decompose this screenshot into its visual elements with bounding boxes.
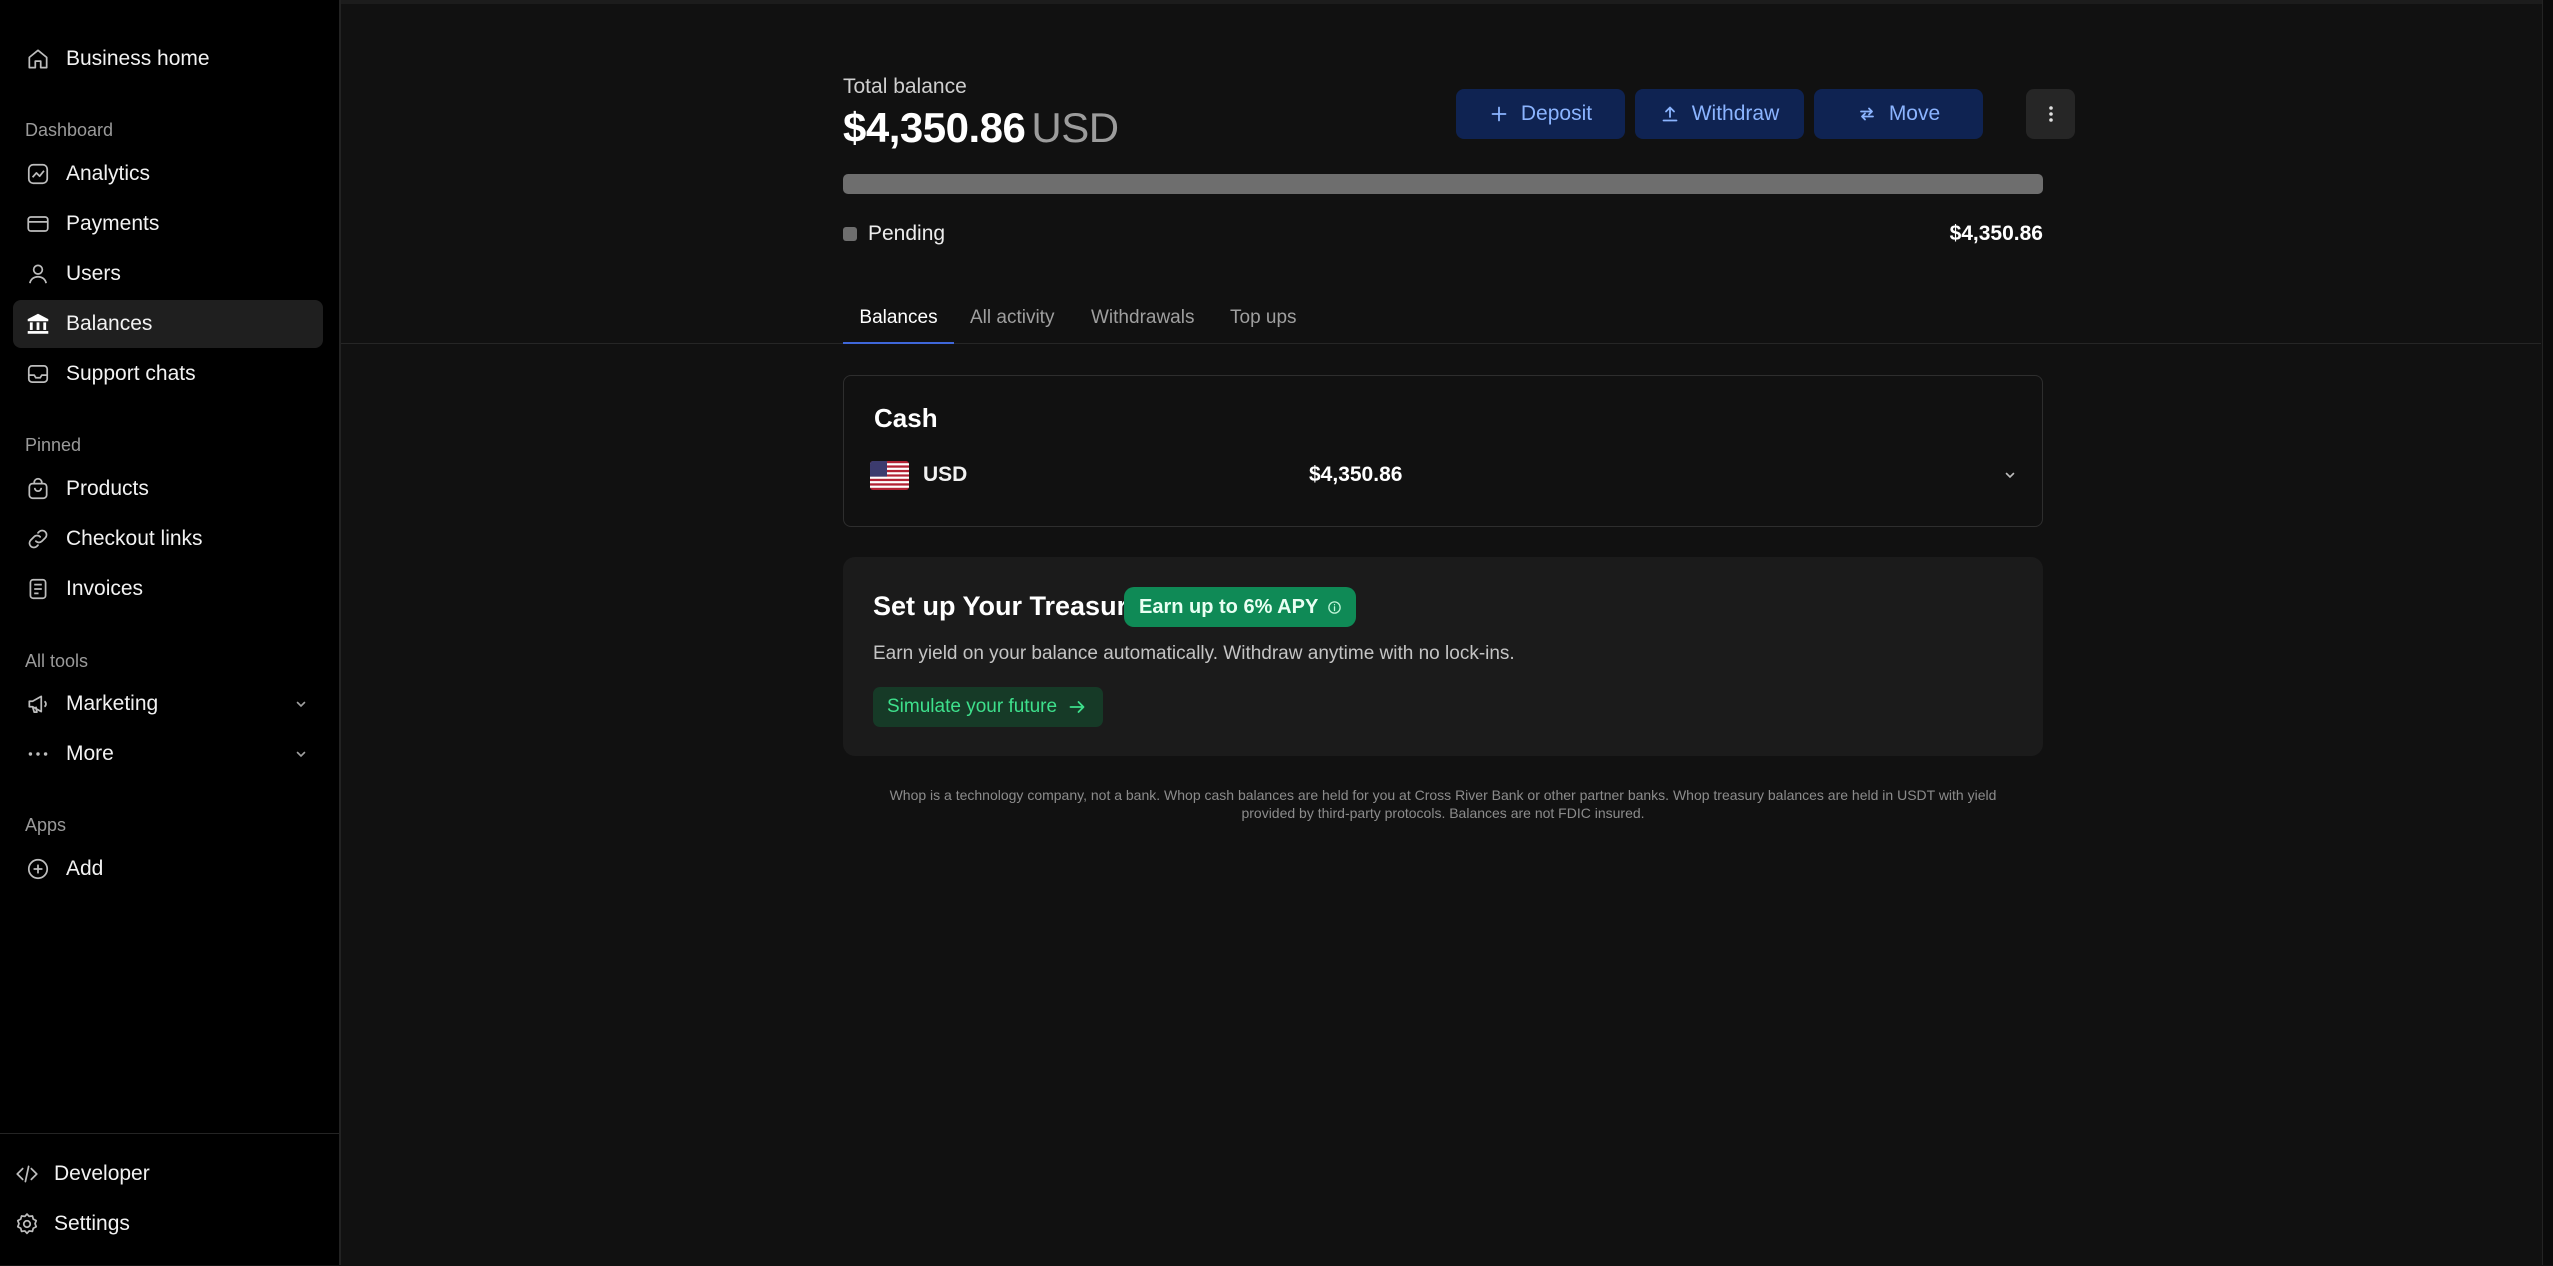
sidebar-item-more[interactable]: More bbox=[13, 730, 323, 778]
treasury-description: Earn yield on your balance automatically… bbox=[873, 643, 1515, 664]
total-balance-label: Total balance bbox=[843, 75, 967, 98]
analytics-icon bbox=[27, 163, 49, 185]
invoice-icon bbox=[29, 578, 47, 600]
sidebar-item-label: More bbox=[66, 742, 114, 765]
apy-badge[interactable]: Earn up to 6% APY bbox=[1124, 587, 1357, 627]
withdraw-label: Withdraw bbox=[1691, 102, 1780, 125]
move-label: Move bbox=[1888, 102, 1941, 125]
sidebar-item-label: Checkout links bbox=[66, 527, 203, 550]
bag-icon bbox=[28, 477, 48, 500]
pending-amount: $4,350.86 bbox=[1949, 222, 2043, 245]
treasury-title: Set up Your Treasury bbox=[873, 591, 1143, 621]
vertical-ellipsis-icon bbox=[2048, 106, 2053, 122]
sidebar-item-marketing[interactable]: Marketing bbox=[13, 680, 323, 728]
sidebar: Business home Dashboard Analytics Paymen… bbox=[0, 0, 341, 1265]
tab-top-ups[interactable]: Top ups bbox=[1230, 307, 1297, 344]
tab-all-activity[interactable]: All activity bbox=[970, 307, 1054, 344]
arrow-right-icon bbox=[1069, 701, 1085, 713]
sidebar-item-analytics[interactable]: Analytics bbox=[13, 150, 323, 198]
upload-icon bbox=[1662, 106, 1678, 122]
pending-legend: Pending bbox=[843, 222, 945, 246]
section-label-apps: Apps bbox=[25, 815, 67, 835]
total-balance-value: $4,350.86 USD bbox=[843, 104, 1119, 152]
section-label-all-tools: All tools bbox=[25, 651, 89, 671]
sidebar-footer: Developer Settings bbox=[0, 1133, 339, 1266]
chevron-down-icon bbox=[296, 701, 306, 708]
currency-row-usd[interactable]: USD $4,350.86 bbox=[860, 453, 2030, 498]
top-border bbox=[341, 0, 2553, 4]
sidebar-item-label: Add bbox=[66, 857, 104, 880]
sidebar-item-label: Settings bbox=[54, 1212, 130, 1235]
transfer-icon bbox=[1859, 107, 1874, 121]
pending-label: Pending bbox=[868, 222, 946, 245]
card-icon bbox=[27, 216, 49, 232]
currency-code: USD bbox=[923, 463, 968, 486]
sidebar-item-developer[interactable]: Developer bbox=[14, 1152, 150, 1196]
plus-icon bbox=[1491, 106, 1507, 122]
sidebar-item-label: Marketing bbox=[66, 692, 159, 715]
withdraw-button[interactable]: Withdraw bbox=[1635, 89, 1804, 139]
apy-badge-label: Earn up to 6% APY bbox=[1139, 595, 1319, 618]
deposit-button[interactable]: Deposit bbox=[1456, 89, 1625, 139]
total-balance-currency: USD bbox=[1031, 104, 1119, 151]
ellipsis-icon bbox=[28, 752, 48, 756]
more-options-button[interactable] bbox=[2026, 89, 2075, 139]
chevron-down-icon bbox=[296, 751, 306, 758]
sidebar-item-label: Analytics bbox=[66, 162, 151, 185]
legal-disclaimer: Whop is a technology company, not a bank… bbox=[843, 786, 2043, 822]
deposit-label: Deposit bbox=[1520, 102, 1593, 125]
tab-balances[interactable]: Balances bbox=[843, 307, 954, 344]
disclaimer-line-1: Whop is a technology company, not a bank… bbox=[889, 787, 1997, 803]
megaphone-icon bbox=[28, 695, 47, 713]
currency-amount: $4,350.86 bbox=[1309, 463, 1403, 486]
info-icon bbox=[1328, 600, 1342, 614]
inbox-icon bbox=[27, 365, 49, 383]
section-label-dashboard: Dashboard bbox=[25, 120, 114, 140]
cash-title: Cash bbox=[874, 403, 938, 433]
sidebar-item-support-chats[interactable]: Support chats bbox=[13, 350, 323, 398]
sidebar-item-balances[interactable]: Balances bbox=[13, 300, 323, 348]
balance-breakdown-bar bbox=[843, 174, 2043, 194]
sidebar-item-label: Users bbox=[66, 262, 121, 285]
sidebar-item-products[interactable]: Products bbox=[13, 465, 323, 513]
total-balance-amount: $4,350.86 bbox=[843, 104, 1026, 151]
sidebar-item-label: Payments bbox=[66, 212, 160, 235]
sidebar-item-business-home[interactable]: Business home bbox=[13, 35, 323, 83]
tabs-divider bbox=[341, 343, 2541, 344]
sidebar-item-label: Business home bbox=[66, 47, 210, 70]
cash-card bbox=[843, 375, 2043, 527]
sidebar-item-invoices[interactable]: Invoices bbox=[13, 565, 323, 613]
sidebar-item-users[interactable]: Users bbox=[13, 250, 323, 298]
sidebar-item-label: Invoices bbox=[66, 577, 144, 600]
sidebar-item-label: Developer bbox=[54, 1162, 150, 1185]
tab-withdrawals[interactable]: Withdrawals bbox=[1091, 307, 1194, 344]
chevron-down-icon bbox=[2005, 472, 2015, 479]
sidebar-item-settings[interactable]: Settings bbox=[14, 1202, 130, 1246]
sidebar-item-payments[interactable]: Payments bbox=[13, 200, 323, 248]
sidebar-item-label: Balances bbox=[66, 312, 153, 335]
sidebar-item-label: Products bbox=[66, 477, 149, 500]
disclaimer-line-2: provided by third-party protocols. Balan… bbox=[1241, 805, 1645, 821]
sidebar-item-label: Support chats bbox=[66, 362, 196, 385]
simulate-future-label: Simulate your future bbox=[887, 696, 1058, 717]
user-icon bbox=[29, 264, 47, 284]
link-icon bbox=[28, 529, 48, 549]
sidebar-item-checkout-links[interactable]: Checkout links bbox=[13, 515, 323, 563]
simulate-future-button[interactable]: Simulate your future bbox=[873, 687, 1104, 727]
section-label-pinned: Pinned bbox=[25, 435, 82, 455]
gear-icon bbox=[16, 1213, 38, 1235]
home-icon bbox=[28, 49, 48, 69]
scrollbar[interactable] bbox=[2542, 0, 2553, 1265]
bank-icon bbox=[27, 313, 49, 334]
pending-color-dot bbox=[843, 227, 857, 241]
code-icon bbox=[16, 1165, 38, 1183]
plus-circle-icon bbox=[27, 858, 49, 880]
add-app-button[interactable]: Add bbox=[13, 845, 323, 893]
move-button[interactable]: Move bbox=[1814, 89, 1983, 139]
us-flag-icon bbox=[870, 461, 909, 490]
